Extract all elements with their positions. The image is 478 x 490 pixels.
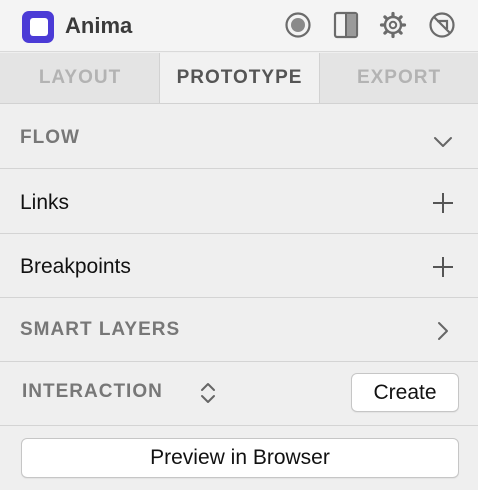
plus-icon[interactable] <box>432 256 454 278</box>
app-title: Anima <box>65 13 133 38</box>
smart-layers-section-header[interactable]: SMART LAYERS <box>0 299 478 362</box>
breakpoints-label: Breakpoints <box>20 255 131 278</box>
disable-icon[interactable] <box>428 11 456 39</box>
up-down-chevron-icon[interactable] <box>198 380 218 406</box>
create-button[interactable]: Create <box>351 373 459 412</box>
tab-bar: LAYOUT PROTOTYPE EXPORT <box>0 53 478 104</box>
plus-icon[interactable] <box>432 192 454 214</box>
gear-icon[interactable] <box>379 11 407 39</box>
preview-in-browser-button[interactable]: Preview in Browser <box>21 438 459 478</box>
chevron-right-icon <box>438 322 448 340</box>
record-icon[interactable] <box>284 11 312 39</box>
interaction-label: INTERACTION <box>22 381 163 402</box>
breakpoints-section-header: Breakpoints <box>0 235 478 298</box>
chevron-down-icon <box>434 137 452 147</box>
panel-header: Anima <box>0 0 478 52</box>
anima-logo-icon <box>22 11 54 43</box>
tab-layout[interactable]: LAYOUT <box>0 53 160 103</box>
divider <box>0 425 478 426</box>
flow-section-header[interactable]: FLOW <box>0 105 478 169</box>
tab-export[interactable]: EXPORT <box>320 53 478 103</box>
links-section-header: Links <box>0 170 478 234</box>
flow-label: FLOW <box>20 127 80 148</box>
panel-toggle-icon[interactable] <box>332 11 360 39</box>
tab-prototype[interactable]: PROTOTYPE <box>159 53 320 103</box>
smart-layers-label: SMART LAYERS <box>20 319 181 340</box>
links-label: Links <box>20 191 70 214</box>
